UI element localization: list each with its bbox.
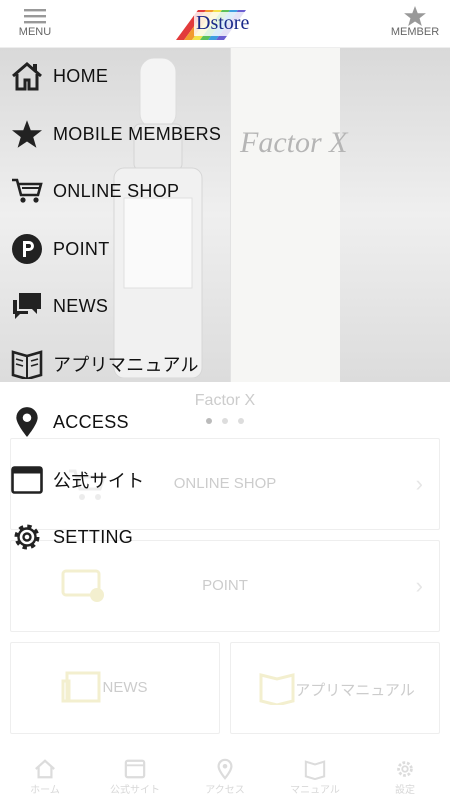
side-menu-drawer: HOME MOBILE MEMBERS ONLINE SHOP POINT NE… (0, 48, 450, 800)
menu-item-label: POINT (53, 238, 110, 259)
menu-item-label: アプリマニュアル (53, 355, 199, 375)
menu-item-mobile-members[interactable]: MOBILE MEMBERS (0, 107, 260, 161)
menu-item-access[interactable]: ACCESS (0, 395, 260, 449)
menu-item-label: SETTING (53, 526, 134, 547)
member-label: MEMBER (390, 26, 440, 38)
menu-item-label: ACCESS (53, 411, 129, 432)
logo-text: Dstore (196, 12, 250, 34)
chat-icon (10, 289, 44, 323)
menu-item-label: NEWS (53, 295, 109, 316)
menu-item-point[interactable]: POINT (0, 222, 260, 276)
hamburger-icon (0, 6, 70, 26)
member-button[interactable]: MEMBER (380, 6, 450, 38)
home-icon (10, 59, 44, 93)
menu-item-label: ONLINE SHOP (53, 180, 180, 201)
menu-item-setting[interactable]: SETTING (0, 510, 260, 564)
menu-item-online-shop[interactable]: ONLINE SHOP (0, 164, 260, 218)
menu-item-label: HOME (53, 65, 109, 86)
star-icon (10, 117, 44, 151)
gear-icon (10, 520, 44, 554)
menu-item-label: MOBILE MEMBERS (53, 123, 222, 144)
app-logo[interactable]: Dstore (176, 6, 262, 42)
menu-item-news[interactable]: NEWS (0, 279, 260, 333)
menu-item-official-site[interactable]: 公式サイト (0, 453, 260, 507)
book-icon (10, 347, 44, 381)
star-icon (380, 6, 450, 26)
browser-icon (10, 463, 44, 497)
cart-icon (10, 174, 44, 208)
menu-label: MENU (18, 26, 52, 38)
menu-item-label: 公式サイト (53, 471, 145, 491)
menu-item-app-manual[interactable]: アプリマニュアル (0, 337, 260, 391)
menu-button[interactable]: MENU (0, 6, 70, 38)
map-pin-icon (10, 405, 44, 439)
menu-item-home[interactable]: HOME (0, 49, 260, 103)
app-header: MENU Dstore MEMBER (0, 0, 450, 48)
point-icon (10, 232, 44, 266)
